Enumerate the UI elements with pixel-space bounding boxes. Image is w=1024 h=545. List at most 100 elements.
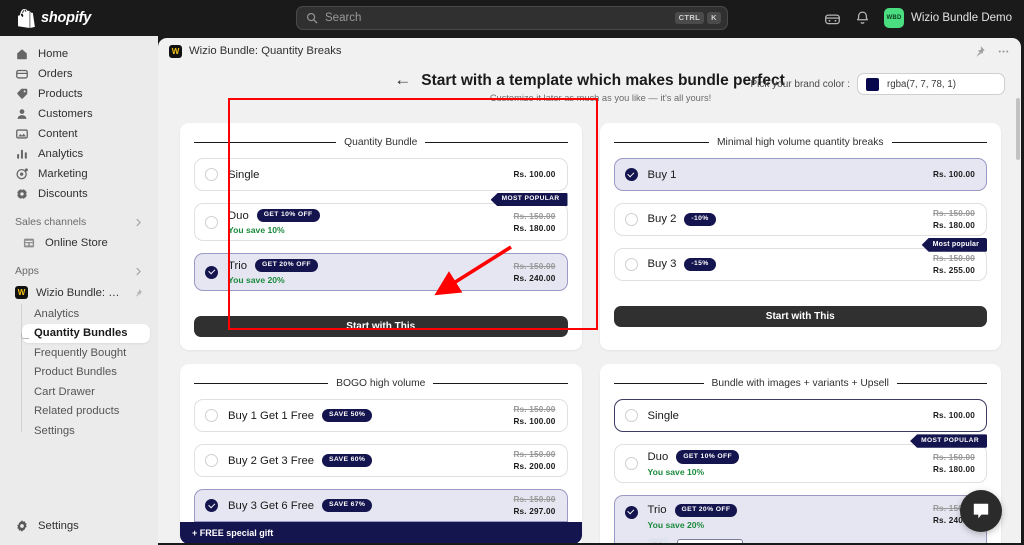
- sidebar-section-apps[interactable]: Apps: [8, 260, 150, 282]
- chat-support-button[interactable]: [960, 490, 1002, 532]
- radio-unselected[interactable]: [624, 258, 638, 271]
- template-card-bogo-high-volume[interactable]: BOGO high volume Buy 1 Get 1 Free SAVE 5…: [180, 364, 582, 543]
- bundle-option-row[interactable]: Buy 2 Get 3 Free SAVE 60% Rs. 150.00 Rs.…: [194, 444, 568, 478]
- bundle-option-row-selected[interactable]: Buy 3 Get 6 Free SAVE 67% Rs. 150.00 Rs.…: [194, 489, 568, 523]
- option-body: Buy 3 Get 6 Free SAVE 67%: [228, 499, 513, 513]
- bundle-option-row-selected[interactable]: Trio GET 20% OFF You save 20% Rs. 150.00…: [613, 494, 987, 543]
- radio-unselected[interactable]: [624, 213, 638, 226]
- radio-unselected[interactable]: [205, 409, 218, 423]
- page-scroll-area[interactable]: ← Start with a template which makes bund…: [158, 64, 1021, 543]
- page-header: ← Start with a template which makes bund…: [158, 64, 1021, 103]
- template-grid: Quantity Bundle Single Rs. 100.00 MOST P…: [158, 107, 1021, 543]
- template-card-images-variants-upsell[interactable]: Bundle with images + variants + Upsell S…: [599, 364, 1001, 543]
- sidebar-item-label: Settings: [38, 519, 79, 532]
- option-prices: Rs. 100.00: [933, 170, 975, 179]
- brand-color-field[interactable]: rgba(7, 7, 78, 1): [857, 73, 1005, 95]
- option-body: Buy 2 Get 3 Free SAVE 60%: [228, 454, 513, 468]
- tshirt-thumbnail-icon: [647, 537, 668, 543]
- content-icon: [16, 129, 28, 139]
- global-search[interactable]: Search CTRL K: [296, 6, 728, 30]
- bundle-option-row[interactable]: Most popular Buy 3 -15% Rs. 150.00 Rs. 2…: [613, 238, 987, 281]
- radio-selected[interactable]: [205, 265, 218, 279]
- sidebar-item-cart-drawer[interactable]: Cart Drawer: [22, 382, 150, 402]
- sidebar-subitem-label: Related products: [34, 405, 120, 418]
- divider-line: [896, 383, 987, 385]
- option-price: Rs. 100.00: [932, 411, 975, 421]
- sidebar-app-submenu: Analytics Quantity Bundles Frequently Bo…: [8, 304, 150, 441]
- sidebar-item-frequently-bought[interactable]: Frequently Bought: [22, 343, 150, 363]
- bundle-option-row[interactable]: Buy 1 Get 1 Free SAVE 50% Rs. 150.00 Rs.…: [194, 399, 568, 433]
- sidebar-section-sales-channels[interactable]: Sales channels: [8, 211, 150, 233]
- sidebar-item-products[interactable]: Products: [8, 84, 150, 104]
- sidebar-item-product-bundles[interactable]: Product Bundles: [22, 363, 150, 383]
- radio-selected[interactable]: [205, 499, 218, 513]
- radio-selected[interactable]: [624, 505, 638, 519]
- sidebar-subitem-label: Frequently Bought: [34, 346, 127, 359]
- sidebar-item-settings[interactable]: Settings: [8, 516, 150, 536]
- shopify-brand[interactable]: shopify: [10, 8, 162, 28]
- bundle-option-row-selected[interactable]: Trio GET 20% OFF You save 20% Rs. 150.00…: [194, 253, 568, 292]
- radio-unselected[interactable]: [205, 168, 218, 181]
- sidebar-item-content[interactable]: Content: [8, 124, 150, 144]
- bundle-option-row[interactable]: MOST POPULAR Duo GET 10% OFF You save 10…: [194, 193, 568, 242]
- radio-unselected[interactable]: [205, 215, 218, 229]
- top-bar: shopify Search CTRL K WBD Wizio Bundle D…: [0, 0, 1024, 36]
- start-with-this-button[interactable]: Start with This: [194, 316, 568, 338]
- radio-unselected[interactable]: [624, 456, 638, 470]
- radio-unselected[interactable]: [624, 409, 638, 423]
- option-prices: Rs. 150.00 Rs. 297.00: [513, 495, 555, 516]
- sidebar-app-wizio-bundle[interactable]: W Wizio Bundle: Quantit...: [8, 282, 150, 303]
- start-with-this-button[interactable]: Start with This: [613, 306, 987, 327]
- bundle-option-row[interactable]: MOST POPULAR Duo GET 10% OFF You save 10…: [613, 434, 987, 483]
- sidebar-subitem-label: Analytics: [34, 307, 80, 320]
- sidebar-item-orders[interactable]: Orders: [8, 64, 150, 84]
- option-body: Buy 3 -15%: [648, 257, 933, 272]
- radio-unselected[interactable]: [205, 454, 218, 468]
- most-popular-ribbon: MOST POPULAR: [910, 434, 987, 448]
- option-prices: Rs. 150.00 Rs. 180.00: [513, 212, 555, 233]
- bundle-option-row[interactable]: Single Rs. 100.00: [194, 158, 568, 191]
- arrow-left-icon[interactable]: ←: [394, 71, 411, 90]
- store-icon[interactable]: [824, 10, 841, 27]
- sidebar-item-analytics[interactable]: Analytics: [8, 144, 150, 164]
- divider-line: [425, 142, 568, 143]
- bundle-option-row-selected[interactable]: Buy 1 Rs. 100.00: [613, 158, 987, 191]
- sidebar-item-customers[interactable]: Customers: [8, 104, 150, 124]
- option-name: Single: [647, 409, 679, 422]
- search-input[interactable]: Search: [325, 12, 675, 24]
- bundle-option-row[interactable]: Buy 2 -10% Rs. 150.00 Rs. 180.00: [613, 203, 987, 236]
- option-price: Rs. 240.00: [513, 273, 556, 283]
- discount-chip: -15%: [684, 257, 716, 272]
- bundle-option-row[interactable]: Single Rs. 100.00: [613, 399, 987, 433]
- vertical-scrollbar[interactable]: [1016, 98, 1020, 160]
- pin-icon[interactable]: [133, 288, 143, 298]
- most-popular-ribbon: MOST POPULAR: [490, 193, 568, 207]
- template-title-row: Minimal high volume quantity breaks: [613, 137, 988, 148]
- sidebar-item-analytics-sub[interactable]: Analytics: [22, 304, 150, 324]
- sidebar-item-marketing[interactable]: Marketing: [8, 164, 150, 184]
- sidebar-item-online-store[interactable]: Online Store: [15, 233, 150, 253]
- sidebar-item-quantity-bundles[interactable]: Quantity Bundles: [21, 323, 150, 343]
- option-prices: Rs. 150.00 Rs. 180.00: [933, 209, 975, 230]
- option-price: Rs. 297.00: [513, 507, 556, 517]
- sidebar-item-label: Online Store: [45, 236, 108, 249]
- pin-icon[interactable]: [973, 45, 986, 58]
- brand-color-label: Pick your brand color :: [750, 78, 851, 90]
- radio-selected[interactable]: [624, 168, 638, 181]
- gear-icon: [17, 520, 27, 532]
- template-card-quantity-bundle[interactable]: Quantity Bundle Single Rs. 100.00 MOST P…: [180, 123, 582, 351]
- brand-color-swatch[interactable]: [866, 77, 879, 91]
- customers-icon: [17, 109, 27, 119]
- sidebar-item-discounts[interactable]: Discounts: [8, 184, 150, 204]
- more-horizontal-icon[interactable]: [997, 45, 1010, 58]
- user-menu[interactable]: WBD Wizio Bundle Demo: [884, 8, 1012, 28]
- sidebar-item-app-settings[interactable]: Settings: [22, 421, 150, 441]
- option-body: Buy 1 Get 1 Free SAVE 50%: [228, 409, 513, 423]
- sidebar-item-related-products[interactable]: Related products: [22, 402, 150, 422]
- option-old-price: Rs. 150.00: [513, 261, 556, 271]
- shopify-bag-icon: [18, 8, 35, 28]
- template-card-minimal-high-volume[interactable]: Minimal high volume quantity breaks Buy …: [599, 123, 1001, 351]
- variant-select-white[interactable]: WHITE: [676, 539, 743, 543]
- bell-icon[interactable]: [854, 10, 871, 27]
- sidebar-item-home[interactable]: Home: [8, 44, 150, 64]
